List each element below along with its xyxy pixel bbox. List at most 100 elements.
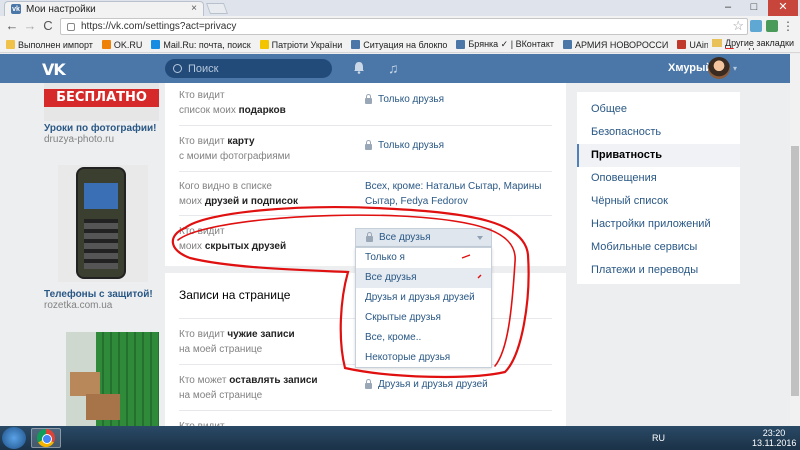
privacy-row-map: Кто видит карту с моими фотографиями Тол… — [179, 125, 552, 171]
menu-item-security[interactable]: Безопасность — [577, 121, 740, 144]
menu-item-notifications[interactable]: Оповещения — [577, 167, 740, 190]
lock-icon — [365, 378, 372, 389]
select-value: Все друзья — [379, 232, 431, 243]
menu-item-blacklist[interactable]: Чёрный список — [577, 190, 740, 213]
menu-item-app-settings[interactable]: Настройки приложений — [577, 213, 740, 236]
bookmark-item[interactable]: Ситуация на блокпо — [351, 40, 447, 50]
folder-icon — [712, 39, 723, 47]
bookmark-label: Mail.Ru: почта, поиск — [163, 39, 251, 50]
bookmark-favicon-icon — [6, 40, 15, 49]
hidden-friends-select[interactable]: Все друзья — [355, 228, 492, 247]
language-indicator[interactable]: RU — [652, 433, 665, 443]
secure-lock-icon — [67, 22, 75, 31]
window-close-button[interactable]: ✕ — [768, 0, 798, 16]
browser-tab[interactable]: vk Мои настройки × — [4, 1, 204, 16]
bookmark-label: Брянка ✓ | ВКонтакт — [468, 39, 554, 49]
scrollbar-thumb[interactable] — [791, 146, 799, 396]
minimize-button[interactable]: – — [716, 0, 740, 16]
extension-icon-2[interactable] — [766, 20, 778, 32]
browser-titlebar: vk Мои настройки × – □ ✕ — [0, 0, 800, 16]
ad-image-truck[interactable] — [66, 332, 159, 428]
maximize-button[interactable]: □ — [742, 0, 766, 16]
menu-item-mobile[interactable]: Мобильные сервисы — [577, 236, 740, 259]
bookmark-label: Патріоти України — [271, 39, 343, 50]
back-button[interactable]: ← — [4, 18, 20, 34]
settings-menu: Общее Безопасность Приватность Оповещени… — [577, 92, 740, 284]
windows-taskbar: RU 23:20 13.11.2016 — [0, 426, 800, 450]
row-label: Кто видит моих скрытых друзей — [179, 226, 287, 252]
option-friends-of-friends[interactable]: Друзья и друзья друзей — [356, 288, 491, 308]
bookmark-favicon-icon — [562, 40, 572, 49]
bookmark-label: Выполнен импорт — [18, 39, 93, 50]
chevron-down-icon[interactable]: ▾ — [733, 64, 737, 73]
privacy-value-link[interactable]: Только друзья — [365, 92, 444, 107]
bookmark-item[interactable]: Mail.Ru: почта, поиск — [151, 39, 251, 50]
tab-title: Мои настройки — [26, 3, 96, 15]
url-bar[interactable]: https://vk.com/settings?act=privacy — [60, 18, 748, 35]
music-icon[interactable]: ♫ — [388, 60, 399, 76]
tab-close-icon[interactable]: × — [191, 3, 197, 14]
ad-photo-lessons[interactable]: Уроки по фотографии! druzya-photo.ru — [44, 123, 164, 145]
avatar[interactable] — [708, 57, 730, 79]
bookmark-star-icon[interactable]: ☆ — [732, 18, 744, 34]
search-placeholder: Поиск — [188, 62, 219, 75]
option-hidden-friends[interactable]: Скрытые друзья — [356, 308, 491, 328]
lock-icon — [365, 93, 372, 104]
privacy-value-link[interactable]: Друзья и друзья друзей — [365, 377, 488, 392]
row-label: Кто может оставлять записи на моей стран… — [179, 375, 318, 401]
menu-item-privacy[interactable]: Приватность — [577, 144, 740, 167]
bookmark-label: АРМИЯ НОВОРОССИ — [574, 39, 669, 50]
cargo-box — [70, 372, 100, 396]
ad-image-photo-lessons[interactable]: БЕСПЛАТНО — [44, 83, 159, 121]
menu-item-payments[interactable]: Платежи и переводы — [577, 259, 740, 282]
row-label: Кто видит список моих подарков — [179, 90, 286, 116]
ad-banner-text: БЕСПЛАТНО — [44, 89, 159, 107]
clock-time: 23:20 — [762, 428, 786, 438]
option-only-me[interactable]: Только я — [356, 248, 491, 268]
forward-button[interactable]: → — [22, 18, 38, 34]
bookmark-favicon-icon — [351, 40, 361, 49]
row-label: Кого видно в списке моих друзей и подпис… — [179, 181, 299, 207]
hidden-friends-options: Только я Все друзья Друзья и друзья друз… — [355, 247, 492, 368]
option-some-friends[interactable]: Некоторые друзья — [356, 348, 491, 368]
url-text: https://vk.com/settings?act=privacy — [81, 21, 237, 32]
ad-title[interactable]: Телефоны с защитой! — [44, 289, 164, 300]
search-input[interactable]: Поиск — [165, 59, 332, 78]
privacy-value-link[interactable]: Всех, кроме: Натальи Сытар, Марины Сытар… — [365, 179, 550, 209]
browser-menu-icon[interactable]: ⋮ — [782, 19, 794, 33]
bookmark-item[interactable]: Брянка ✓ | ВКонтакт — [456, 39, 554, 50]
option-all-except[interactable]: Все, кроме.. — [356, 328, 491, 348]
row-label: Кто видит чужие записи на моей странице — [179, 329, 295, 355]
privacy-row-post-on-wall: Кто может оставлять записи на моей стран… — [179, 364, 552, 410]
page-scrollbar[interactable] — [790, 54, 800, 426]
extension-icon[interactable] — [750, 20, 762, 32]
bookmark-label: Ситуация на блокпо — [363, 39, 448, 50]
reload-button[interactable]: C — [40, 18, 56, 34]
ad-phones[interactable]: Телефоны с защитой! rozetka.com.ua — [44, 289, 164, 311]
lock-icon — [365, 139, 372, 150]
bookmark-item[interactable]: Патріоти України — [259, 39, 343, 50]
option-all-friends[interactable]: Все друзья — [356, 268, 491, 288]
start-button[interactable] — [2, 427, 26, 449]
privacy-value-link[interactable]: Только друзья — [365, 138, 444, 153]
ad-title[interactable]: Уроки по фотографии! — [44, 123, 164, 134]
bookmarks-bar: Выполнен импорт OK.RU Mail.Ru: почта, поис… — [0, 37, 800, 53]
clock[interactable]: 23:20 13.11.2016 — [752, 428, 796, 448]
ad-domain: rozetka.com.ua — [44, 300, 113, 311]
phone-screen — [84, 183, 118, 209]
vk-favicon-icon: vk — [11, 4, 21, 14]
notifications-bell-icon[interactable] — [353, 61, 365, 74]
bookmark-item[interactable]: АРМИЯ НОВОРОССИ — [562, 39, 669, 50]
search-icon — [173, 64, 182, 73]
user-name[interactable]: Хмурый — [668, 62, 712, 74]
bookmark-favicon-icon — [101, 40, 111, 49]
bookmark-item[interactable]: OK.RU — [101, 40, 142, 50]
phone-body — [76, 167, 126, 279]
vk-logo[interactable]: VK — [42, 60, 66, 79]
menu-item-general[interactable]: Общее — [577, 98, 740, 121]
cargo-box — [86, 394, 120, 420]
other-bookmarks-folder[interactable]: Другие закладки — [708, 38, 794, 48]
new-tab-button[interactable] — [205, 3, 229, 14]
ad-image-phone[interactable] — [58, 165, 148, 282]
bookmark-item[interactable]: Выполнен импорт — [6, 40, 93, 50]
